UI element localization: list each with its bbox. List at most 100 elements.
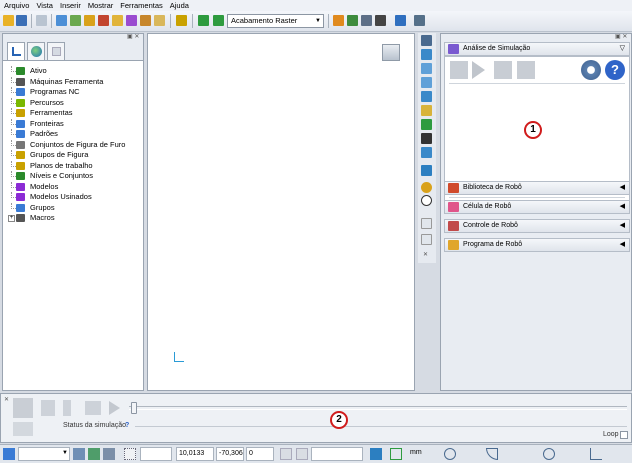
close-toolbar-icon[interactable]: ✕ [423, 251, 428, 258]
tree-item-ferramentas[interactable]: Ferramentas [9, 108, 143, 119]
calculator-icon[interactable] [361, 15, 372, 26]
tab-web[interactable] [27, 42, 45, 60]
chevron-down-icon[interactable]: ▼ [62, 450, 68, 456]
chevron-left-icon[interactable]: ◀ [620, 239, 625, 251]
tree-item-modelos-usinados[interactable]: Modelos Usinados [9, 192, 143, 203]
box-zoom-icon[interactable] [421, 147, 432, 158]
angle-icon[interactable] [590, 448, 602, 460]
sim-step-icon[interactable] [13, 422, 33, 436]
ruler-icon[interactable] [375, 15, 386, 26]
diameter-icon[interactable] [543, 448, 555, 460]
section-robot-control[interactable]: Controle de Robô ◀ [444, 219, 630, 233]
view-front-icon[interactable] [421, 63, 432, 74]
section-simulation[interactable]: Análise de Simulação ▽ [444, 42, 630, 56]
feature-tool-icon[interactable] [140, 15, 151, 26]
toolpath-strategy-icon[interactable] [213, 15, 224, 26]
print-icon[interactable] [36, 15, 47, 26]
view-top-icon[interactable] [421, 49, 432, 60]
close-icon[interactable]: ▣ ✕ [127, 33, 139, 40]
sim-probe-icon[interactable] [63, 400, 71, 416]
chevron-down-icon[interactable]: ▽ [620, 43, 625, 55]
tree-item-percursos[interactable]: Percursos [9, 97, 143, 109]
sphere-icon[interactable] [421, 182, 432, 193]
menu-mostrar[interactable]: Mostrar [88, 1, 113, 10]
zoom-icon[interactable] [421, 105, 432, 116]
binoculars-icon[interactable] [414, 15, 425, 26]
select-edit-icon[interactable] [421, 234, 432, 245]
tree-item-fronteiras[interactable]: Fronteiras [9, 118, 143, 130]
rapid-move-icon[interactable] [70, 15, 81, 26]
shading-icon[interactable] [421, 165, 432, 176]
settings-icon[interactable] [581, 60, 601, 80]
boundary-tool-icon[interactable] [112, 15, 123, 26]
menu-vista[interactable]: Vista [36, 1, 53, 10]
menu-ajuda[interactable]: Ajuda [170, 1, 189, 10]
view-3d-icon[interactable] [421, 91, 432, 102]
fit-icon[interactable] [421, 133, 432, 144]
sim-rewind-icon[interactable] [85, 401, 101, 415]
tree-item-grupos[interactable]: Grupos [9, 202, 143, 214]
workplane-tool-icon[interactable] [154, 15, 165, 26]
chevron-left-icon[interactable]: ◀ [620, 182, 625, 194]
arc-icon[interactable] [486, 448, 498, 460]
view-side-icon[interactable] [421, 77, 432, 88]
menu-inserir[interactable]: Inserir [60, 1, 81, 10]
section-robot-cell[interactable]: Célula de Robô ◀ [444, 200, 630, 214]
strategy-select[interactable]: Acabamento Raster ▼ [227, 14, 324, 28]
workplane-status-icon[interactable] [73, 448, 85, 460]
bar-close-icon[interactable]: ✕ [4, 396, 9, 403]
menu-arquivo[interactable]: Arquivo [4, 1, 29, 10]
section-robot-program[interactable]: Programa de Robô ◀ [444, 238, 630, 252]
strategy-icon[interactable] [198, 15, 209, 26]
tree-item-niveis[interactable]: Níveis e Conjuntos [9, 171, 143, 182]
tree-item-modelos[interactable]: Modelos [9, 181, 143, 193]
tree-item-conjuntos-furo[interactable]: Conjuntos de Figura de Furo [9, 139, 143, 151]
open-icon[interactable] [3, 15, 14, 26]
edit-toolpath-icon[interactable] [347, 15, 358, 26]
model-status-icon[interactable] [88, 448, 100, 460]
chevron-down-icon[interactable]: ▼ [314, 16, 322, 26]
simulation-help-mark[interactable]: ? [125, 422, 129, 429]
tree-item-planos[interactable]: Planos de trabalho [9, 160, 143, 172]
transform-icon[interactable] [395, 15, 406, 26]
crosshair-icon[interactable] [444, 448, 456, 460]
tree-item-ativo[interactable]: Ativo [9, 66, 143, 77]
pattern-tool-icon[interactable] [126, 15, 137, 26]
tree-item-macros[interactable]: + Macros [8, 213, 143, 224]
nc-output-icon[interactable] [176, 15, 187, 26]
help-icon[interactable]: ? [605, 60, 625, 80]
view-iso-icon[interactable] [421, 35, 432, 46]
tree-item-programas-nc[interactable]: Programas NC [9, 87, 143, 98]
feedrate-icon[interactable] [84, 15, 95, 26]
menu-ferramentas[interactable]: Ferramentas [120, 1, 163, 10]
play-icon[interactable] [472, 61, 485, 79]
tool-status-icon[interactable] [370, 448, 382, 460]
selection-mode-icon[interactable] [3, 448, 15, 460]
loop-checkbox[interactable] [620, 431, 628, 439]
expand-icon[interactable]: + [8, 215, 15, 222]
tree-item-maquinas[interactable]: Máquinas Ferramenta [9, 76, 143, 88]
graphics-view[interactable] [147, 33, 415, 391]
wireframe-icon[interactable] [421, 195, 432, 206]
refresh-icon[interactable] [421, 119, 432, 130]
export-sim-icon[interactable] [517, 61, 535, 79]
block-icon[interactable] [56, 15, 67, 26]
chevron-left-icon[interactable]: ◀ [620, 201, 625, 213]
rewind-icon[interactable] [450, 61, 468, 79]
sim-slider-thumb[interactable] [131, 402, 137, 414]
snap-mode-icon[interactable] [296, 448, 308, 460]
tab-explorer[interactable] [7, 42, 25, 60]
section-robot-library[interactable]: Biblioteca de Robô ◀ [444, 181, 630, 195]
sim-tool-icon[interactable] [41, 400, 55, 416]
view-cube-icon[interactable] [382, 44, 400, 61]
save-icon[interactable] [16, 15, 27, 26]
snap-icon[interactable] [280, 448, 292, 460]
panel-close-icon[interactable]: ▣ ✕ [615, 33, 627, 40]
sim-progress-track[interactable] [129, 406, 627, 410]
calculate-icon[interactable] [333, 15, 344, 26]
save-sim-icon[interactable] [494, 61, 512, 79]
tree-item-grupos-figura[interactable]: Grupos de Figura [9, 150, 143, 161]
tool-icon[interactable] [98, 15, 109, 26]
tree-item-padroes[interactable]: Padrões [9, 129, 143, 140]
measure-status-icon[interactable] [390, 448, 402, 460]
